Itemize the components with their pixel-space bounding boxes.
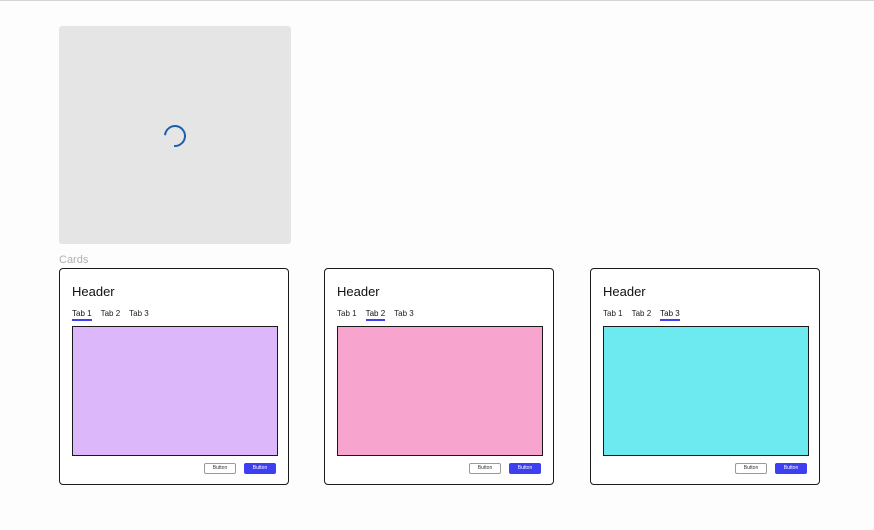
content-panel xyxy=(337,326,543,456)
card-actions: Button Button xyxy=(204,463,276,474)
tab-bar: Tab 1 Tab 2 Tab 3 xyxy=(603,309,680,321)
secondary-button[interactable]: Button xyxy=(735,463,767,474)
card-actions: Button Button xyxy=(469,463,541,474)
content-panel xyxy=(72,326,278,456)
tab-1[interactable]: Tab 1 xyxy=(72,309,92,321)
secondary-button[interactable]: Button xyxy=(469,463,501,474)
tab-1[interactable]: Tab 1 xyxy=(337,309,357,321)
tab-bar: Tab 1 Tab 2 Tab 3 xyxy=(337,309,414,321)
card-header: Header xyxy=(72,284,115,299)
tab-3[interactable]: Tab 3 xyxy=(394,309,414,321)
secondary-button[interactable]: Button xyxy=(204,463,236,474)
card-2: Header Tab 1 Tab 2 Tab 3 Button Button xyxy=(324,268,554,485)
card-header: Header xyxy=(337,284,380,299)
tab-1[interactable]: Tab 1 xyxy=(603,309,623,321)
card-header: Header xyxy=(603,284,646,299)
primary-button[interactable]: Button xyxy=(775,463,807,474)
content-panel xyxy=(603,326,809,456)
tab-3[interactable]: Tab 3 xyxy=(660,309,680,321)
tab-2[interactable]: Tab 2 xyxy=(632,309,652,321)
primary-button[interactable]: Button xyxy=(509,463,541,474)
section-label: Cards xyxy=(59,254,89,266)
tab-2[interactable]: Tab 2 xyxy=(101,309,121,321)
tab-2[interactable]: Tab 2 xyxy=(365,309,386,321)
tab-3[interactable]: Tab 3 xyxy=(129,309,149,321)
top-divider xyxy=(0,0,874,1)
primary-button[interactable]: Button xyxy=(244,463,276,474)
tab-bar: Tab 1 Tab 2 Tab 3 xyxy=(72,309,149,321)
card-1: Header Tab 1 Tab 2 Tab 3 Button Button xyxy=(59,268,289,485)
card-actions: Button Button xyxy=(735,463,807,474)
card-3: Header Tab 1 Tab 2 Tab 3 Button Button xyxy=(590,268,820,485)
